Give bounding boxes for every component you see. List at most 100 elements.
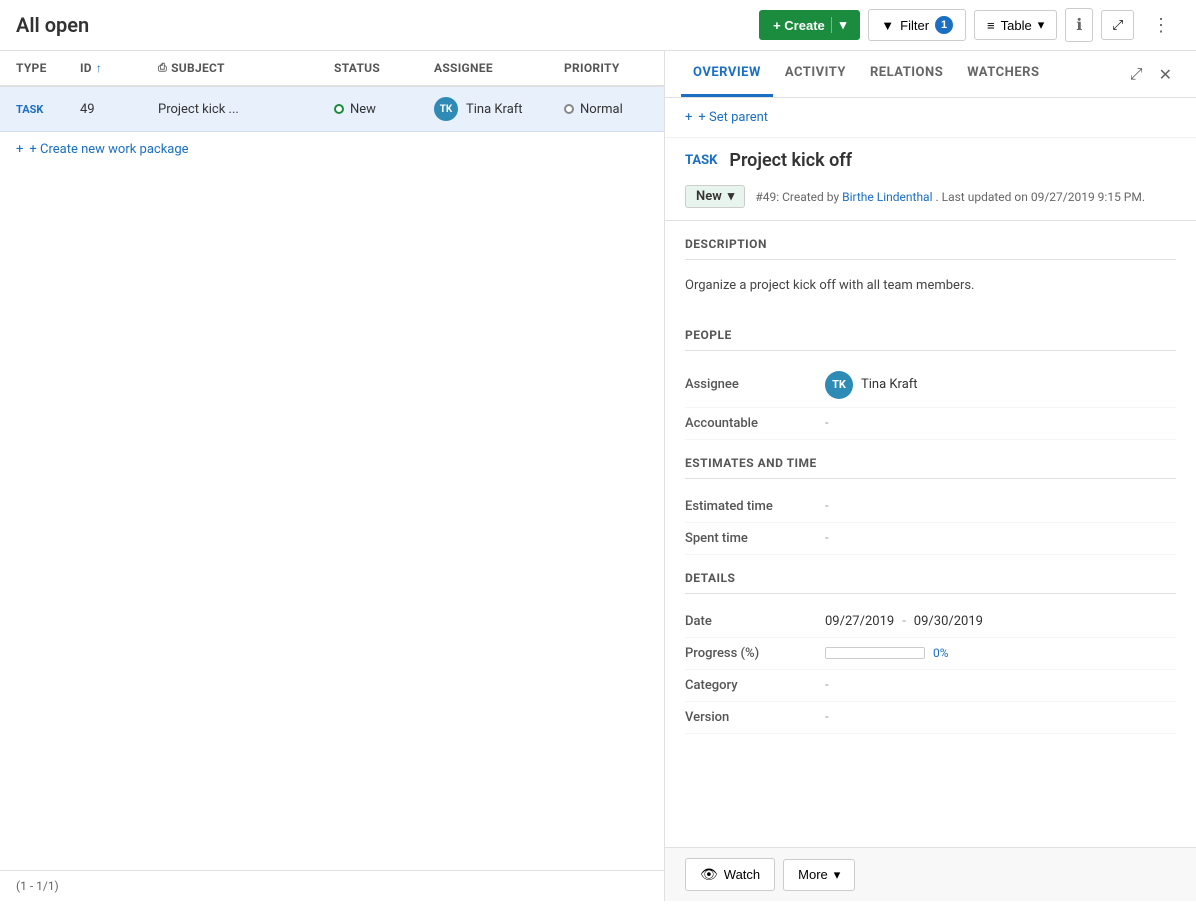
date-field-label: Date xyxy=(685,614,825,629)
description-section: DESCRIPTION Organize a project kick off … xyxy=(665,221,1196,312)
date-field-value: 09/27/2019 - 09/30/2019 xyxy=(825,614,1176,629)
detail-content: + + Set parent TASK Project kick off New… xyxy=(665,98,1196,847)
col-header-priority: PRIORITY xyxy=(564,61,664,75)
more-arrow-icon: ▾ xyxy=(834,867,841,883)
accountable-row: Accountable - xyxy=(685,408,1176,440)
assignee-field-value: TK Tina Kraft xyxy=(825,371,1176,399)
people-label: PEOPLE xyxy=(685,328,1176,351)
more-options-button[interactable]: ⋮ xyxy=(1142,9,1180,42)
tab-watchers[interactable]: WATCHERS xyxy=(955,51,1051,97)
info-button[interactable]: ℹ xyxy=(1065,8,1093,42)
create-work-package-button[interactable]: + + Create new work package xyxy=(0,132,664,167)
col-header-type: TYPE xyxy=(0,61,80,75)
progress-bar xyxy=(825,647,925,659)
row-subject: Project kick ... xyxy=(150,102,334,117)
accountable-field-value: - xyxy=(825,416,1176,431)
spent-time-value: - xyxy=(825,531,1176,546)
tab-overview[interactable]: OVERVIEW xyxy=(681,51,773,97)
more-label: More xyxy=(798,867,828,882)
tab-activity[interactable]: ACTIVITY xyxy=(773,51,858,97)
progress-field-label: Progress (%) xyxy=(685,646,825,661)
estimated-time-label: Estimated time xyxy=(685,499,825,514)
status-badge[interactable]: New ▾ xyxy=(685,185,745,208)
people-section: PEOPLE Assignee TK Tina Kraft Accountabl… xyxy=(665,312,1196,440)
row-priority: Normal xyxy=(564,102,664,117)
avatar: TK xyxy=(434,97,458,121)
detail-meta: New ▾ #49: Created by Birthe Lindenthal … xyxy=(665,179,1196,221)
more-button[interactable]: More ▾ xyxy=(783,859,855,891)
assignee-row: Assignee TK Tina Kraft xyxy=(685,363,1176,408)
table-label: Table xyxy=(1001,18,1032,33)
table-view-button[interactable]: ≡ Table ▾ xyxy=(974,10,1057,40)
estimates-section: ESTIMATES AND TIME Estimated time - Spen… xyxy=(665,440,1196,555)
detail-tabs: OVERVIEW ACTIVITY RELATIONS WATCHERS ⤢ ✕ xyxy=(665,51,1196,98)
detail-type: TASK xyxy=(685,153,717,168)
detail-panel: OVERVIEW ACTIVITY RELATIONS WATCHERS ⤢ ✕… xyxy=(665,51,1196,901)
detail-expand-icon[interactable]: ⤢ xyxy=(1122,56,1151,92)
row-assignee: TK Tina Kraft xyxy=(434,97,564,121)
priority-dot-icon xyxy=(564,104,574,114)
assignee-avatar: TK xyxy=(825,371,853,399)
date-start: 09/27/2019 xyxy=(825,614,894,629)
row-id: 49 xyxy=(80,102,150,117)
toolbar: All open + Create ▾ ▼ Filter 1 ≡ Table ▾… xyxy=(0,0,1196,51)
details-section: DETAILS Date 09/27/2019 - 09/30/2019 xyxy=(665,555,1196,734)
table-icon: ≡ xyxy=(987,18,995,33)
date-separator: - xyxy=(902,614,906,629)
filter-count: 1 xyxy=(935,16,953,34)
create-label: + Create xyxy=(773,18,825,33)
pagination: (1 - 1/1) xyxy=(0,870,664,901)
watch-button[interactable]: 👁 Watch xyxy=(685,858,775,891)
version-field-value: - xyxy=(825,710,1176,725)
detail-footer: 👁 Watch More ▾ xyxy=(665,847,1196,901)
col-header-assignee: ASSIGNEE xyxy=(434,61,564,75)
col-header-status: STATUS xyxy=(334,61,434,75)
status-dot-icon xyxy=(334,104,344,114)
set-parent-button[interactable]: + + Set parent xyxy=(665,98,1196,138)
category-field-label: Category xyxy=(685,678,825,693)
row-type: TASK xyxy=(0,103,80,116)
category-field-value: - xyxy=(825,678,1176,693)
expand-button[interactable]: ⤢ xyxy=(1101,10,1134,40)
estimated-time-row: Estimated time - xyxy=(685,491,1176,523)
category-row: Category - xyxy=(685,670,1176,702)
spent-time-label: Spent time xyxy=(685,531,825,546)
spent-time-row: Spent time - xyxy=(685,523,1176,555)
create-arrow-icon: ▾ xyxy=(831,17,847,33)
create-button[interactable]: + Create ▾ xyxy=(759,10,860,40)
page-title: All open xyxy=(16,13,751,37)
table-row[interactable]: TASK 49 Project kick ... New TK Tina Kra… xyxy=(0,87,664,132)
expand-icon: ⤢ xyxy=(1112,17,1123,32)
version-field-label: Version xyxy=(685,710,825,725)
description-label: DESCRIPTION xyxy=(685,237,1176,260)
progress-pct: 0% xyxy=(933,646,949,660)
meta-author-link[interactable]: Birthe Lindenthal xyxy=(842,190,932,204)
estimates-label: ESTIMATES AND TIME xyxy=(685,456,1176,479)
details-label: DETAILS xyxy=(685,571,1176,594)
eye-icon: 👁 xyxy=(700,866,718,883)
detail-close-icon[interactable]: ✕ xyxy=(1151,57,1180,92)
col-header-id[interactable]: ID ↑ xyxy=(80,61,150,75)
detail-title: Project kick off xyxy=(729,150,852,171)
estimated-time-value: - xyxy=(825,499,1176,514)
progress-bar-wrap: 0% xyxy=(825,646,949,660)
progress-field-value: 0% xyxy=(825,646,1176,660)
progress-row: Progress (%) 0% xyxy=(685,638,1176,670)
col-header-subject[interactable]: ⎙ SUBJECT xyxy=(150,61,334,75)
table-arrow-icon: ▾ xyxy=(1038,17,1045,33)
date-range: 09/27/2019 - 09/30/2019 xyxy=(825,614,983,629)
table-header: TYPE ID ↑ ⎙ SUBJECT STATUS ASSIGNEE PRIO… xyxy=(0,51,664,87)
sort-arrow-icon: ↑ xyxy=(96,61,102,75)
main-area: TYPE ID ↑ ⎙ SUBJECT STATUS ASSIGNEE PRIO… xyxy=(0,51,1196,901)
plus-icon: + xyxy=(16,142,23,157)
plus-icon: + xyxy=(685,110,692,125)
filter-label: Filter xyxy=(900,18,929,33)
row-status: New xyxy=(334,102,434,117)
tab-relations[interactable]: RELATIONS xyxy=(858,51,955,97)
filter-button[interactable]: ▼ Filter 1 xyxy=(868,9,966,41)
description-text: Organize a project kick off with all tea… xyxy=(685,272,1176,312)
date-row: Date 09/27/2019 - 09/30/2019 xyxy=(685,606,1176,638)
status-dropdown-icon: ▾ xyxy=(728,189,735,204)
filter-icon: ▼ xyxy=(881,18,894,33)
version-row: Version - xyxy=(685,702,1176,734)
